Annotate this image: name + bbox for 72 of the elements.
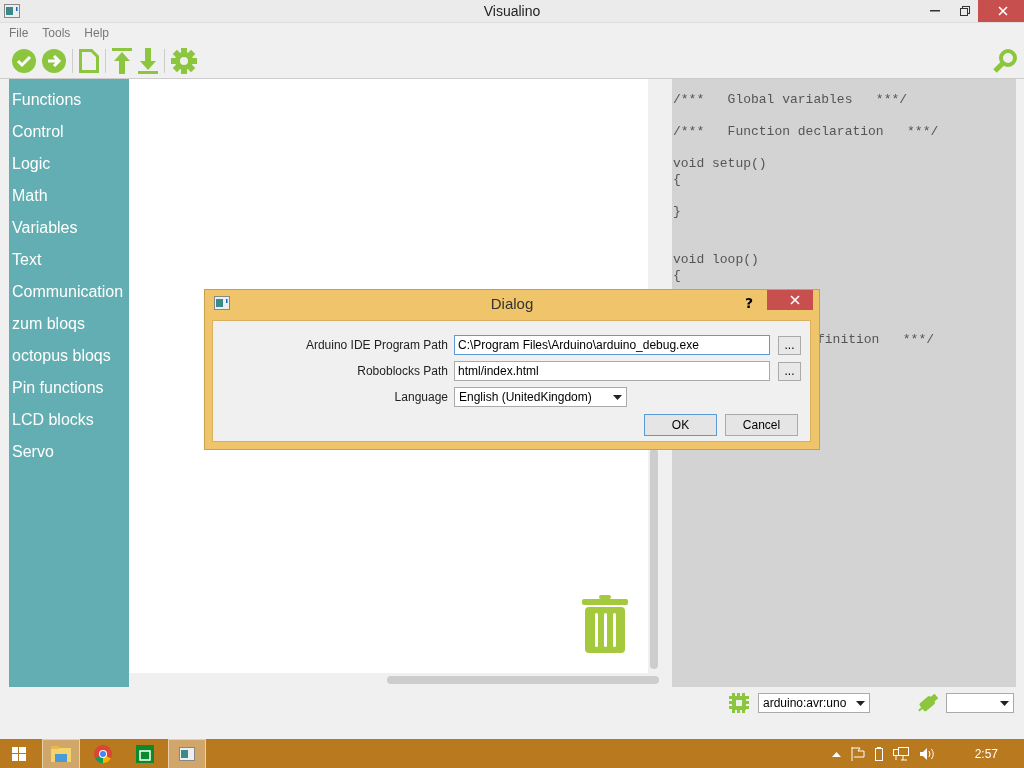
category-item[interactable]: Functions bbox=[9, 91, 129, 123]
menu-item[interactable]: Help bbox=[77, 23, 117, 43]
battery-icon[interactable] bbox=[874, 747, 883, 761]
app-icon bbox=[4, 4, 20, 18]
folder-icon[interactable] bbox=[51, 746, 71, 762]
menu-item[interactable]: Tools bbox=[35, 23, 78, 43]
trash-icon[interactable] bbox=[582, 595, 628, 653]
download-icon[interactable] bbox=[138, 47, 158, 74]
menu-item[interactable]: File bbox=[2, 23, 36, 43]
code-line: void loop() bbox=[673, 252, 759, 268]
code-line: /*** Global variables ***/ bbox=[673, 92, 908, 108]
search-icon[interactable] bbox=[992, 47, 1018, 74]
browse-button[interactable]: ... bbox=[778, 361, 801, 381]
dropdown-arrow-icon bbox=[613, 394, 622, 400]
dialog-title: Dialog bbox=[490, 294, 534, 312]
store-icon[interactable] bbox=[136, 745, 154, 763]
language-select[interactable]: English (UnitedKingdom) bbox=[454, 387, 627, 407]
category-item[interactable]: Communication bbox=[9, 283, 129, 315]
scrollbar-thumb[interactable] bbox=[387, 676, 659, 684]
dropdown-arrow-icon bbox=[1000, 700, 1009, 706]
category-item[interactable]: octopus bloqs bbox=[9, 347, 129, 379]
field-label: Language bbox=[393, 390, 449, 404]
category-item[interactable]: Math bbox=[9, 187, 129, 219]
category-item[interactable]: Pin functions bbox=[9, 379, 129, 411]
windows-logo-icon bbox=[12, 747, 26, 761]
close-button[interactable] bbox=[767, 290, 813, 310]
code-line: void setup() bbox=[673, 156, 767, 172]
code-line: /*** Function declaration ***/ bbox=[673, 124, 939, 140]
scrollbar-thumb[interactable] bbox=[650, 449, 658, 669]
category-item[interactable]: Control bbox=[9, 123, 129, 155]
taskbar-button[interactable] bbox=[42, 739, 80, 768]
close-icon bbox=[789, 295, 800, 305]
browser-icon[interactable] bbox=[94, 745, 112, 763]
category-item[interactable]: Text bbox=[9, 251, 129, 283]
network-icon[interactable] bbox=[892, 747, 909, 761]
code-line: { bbox=[673, 172, 681, 188]
category-item[interactable]: Logic bbox=[9, 155, 129, 187]
dropdown-arrow-icon bbox=[856, 700, 865, 706]
chevron-up-icon[interactable] bbox=[831, 751, 841, 757]
path-input[interactable]: C:\Program Files\Arduino\arduino_debug.exe bbox=[454, 335, 770, 355]
category-item[interactable]: zum bloqs bbox=[9, 315, 129, 347]
code-line: finition ***/ bbox=[817, 332, 935, 348]
category-item[interactable]: Variables bbox=[9, 219, 129, 251]
minimize-icon bbox=[930, 10, 940, 12]
close-icon bbox=[998, 6, 1008, 16]
window-title: Visualino bbox=[483, 3, 541, 19]
flag-icon[interactable] bbox=[850, 747, 865, 761]
taskbar-button[interactable] bbox=[168, 739, 206, 768]
field-label: Arduino IDE Program Path bbox=[304, 338, 449, 352]
dialog-app-icon bbox=[214, 296, 230, 310]
path-input[interactable]: html/index.html bbox=[454, 361, 770, 381]
app-window-icon[interactable] bbox=[179, 747, 195, 761]
code-line: { bbox=[673, 268, 681, 284]
restore-icon bbox=[960, 6, 970, 16]
usb-plug-icon bbox=[916, 692, 940, 714]
category-item[interactable]: LCD blocks bbox=[9, 411, 129, 443]
dialog-button[interactable]: Cancel bbox=[725, 414, 798, 436]
dialog-button[interactable]: OK bbox=[644, 414, 717, 436]
help-button[interactable]: ? bbox=[744, 295, 753, 311]
upload-icon[interactable] bbox=[112, 47, 132, 74]
field-label: Roboblocks Path bbox=[356, 364, 449, 378]
port-select[interactable] bbox=[946, 693, 1014, 713]
speaker-icon[interactable] bbox=[918, 747, 935, 761]
code-line: } bbox=[673, 204, 681, 220]
clock[interactable]: 2:57 bbox=[974, 747, 998, 761]
verify-check-icon[interactable] bbox=[12, 48, 36, 73]
board-select[interactable]: arduino:avr:uno bbox=[758, 693, 870, 713]
chip-icon bbox=[729, 693, 749, 713]
new-file-icon[interactable] bbox=[79, 48, 99, 73]
settings-icon[interactable] bbox=[171, 47, 197, 74]
category-item[interactable]: Servo bbox=[9, 443, 129, 475]
browse-button[interactable]: ... bbox=[778, 335, 801, 355]
